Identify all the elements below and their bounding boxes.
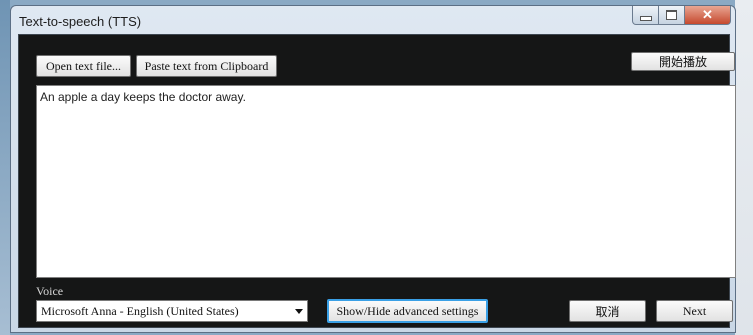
close-icon: ✕ xyxy=(702,7,713,22)
voice-select[interactable]: Microsoft Anna - English (United States) xyxy=(36,300,308,322)
voice-selected-value: Microsoft Anna - English (United States) xyxy=(41,304,239,318)
chevron-down-icon xyxy=(295,309,303,314)
desktop-background xyxy=(0,0,10,335)
title-bar[interactable]: Text-to-speech (TTS) ✕ xyxy=(11,6,735,36)
start-playback-button[interactable]: 開始播放 xyxy=(631,52,735,71)
paste-clipboard-button[interactable]: Paste text from Clipboard xyxy=(136,55,277,77)
main-panel: Open text file... Paste text from Clipbo… xyxy=(18,34,736,328)
next-button[interactable]: Next xyxy=(656,300,733,322)
maximize-icon xyxy=(666,10,677,20)
tts-window: Text-to-speech (TTS) ✕ Open text file...… xyxy=(10,5,736,333)
desktop-background-right xyxy=(735,0,753,335)
maximize-button[interactable] xyxy=(659,6,685,25)
window-controls: ✕ xyxy=(632,6,731,26)
close-button[interactable]: ✕ xyxy=(685,6,731,25)
minimize-button[interactable] xyxy=(632,6,659,25)
open-text-file-button[interactable]: Open text file... xyxy=(36,55,131,77)
cancel-button[interactable]: 取消 xyxy=(569,300,646,322)
window-title: Text-to-speech (TTS) xyxy=(19,14,142,29)
advanced-settings-button[interactable]: Show/Hide advanced settings xyxy=(327,299,488,323)
voice-label: Voice xyxy=(36,284,64,298)
text-input-area[interactable]: An apple a day keeps the doctor away. xyxy=(36,85,736,278)
minimize-icon xyxy=(639,15,652,21)
